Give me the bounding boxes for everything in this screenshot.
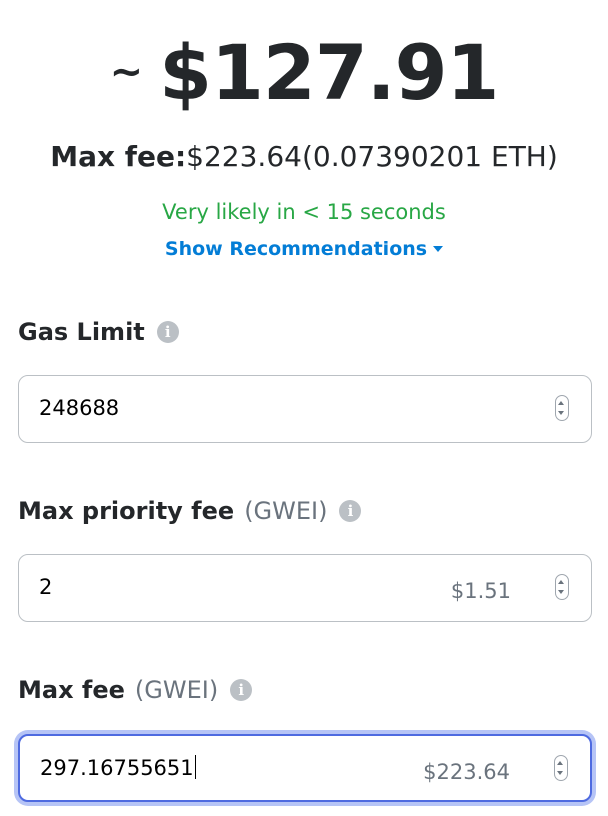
gas-limit-value: 248688 (39, 396, 120, 420)
caret-down-icon (433, 246, 444, 252)
max-priority-fee-fiat: $1.51 (450, 579, 511, 603)
max-fee-summary-fiat: $223.64 (186, 140, 302, 173)
confirmation-likelihood: Very likely in < 15 seconds (162, 200, 446, 224)
max-fee-fiat: $223.64 (423, 760, 510, 784)
max-priority-fee-input[interactable]: 2 $1.51 (18, 554, 592, 622)
max-priority-fee-label: Max priority fee (18, 497, 235, 525)
max-priority-fee-stepper-icon[interactable] (555, 574, 569, 600)
max-fee-value-wrap: 297.16755651 (40, 736, 197, 800)
info-icon[interactable]: i (230, 679, 253, 701)
gas-limit-label-row: Gas Limit i (18, 318, 179, 346)
gas-limit-stepper-icon[interactable] (555, 395, 569, 421)
max-fee-input[interactable]: 297.16755651 $223.64 (18, 734, 592, 802)
max-fee-label-row: Max fee (GWEI) i (18, 676, 253, 704)
max-fee-stepper-icon[interactable] (554, 755, 568, 781)
text-cursor (194, 755, 197, 779)
info-icon[interactable]: i (339, 500, 362, 522)
approx-symbol: ~ (109, 49, 144, 95)
max-fee-summary-eth: (0.07390201 ETH) (301, 140, 558, 173)
max-priority-fee-value: 2 (39, 575, 53, 599)
show-recommendations-link[interactable]: Show Recommendations (0, 238, 608, 260)
info-icon[interactable]: i (156, 321, 179, 343)
estimated-fee-heading: ~ $127.91 (0, 28, 608, 117)
max-fee-summary: Max fee:$223.64(0.07390201 ETH) (0, 140, 608, 173)
max-fee-unit: (GWEI) (134, 676, 219, 704)
gas-limit-label: Gas Limit (18, 318, 145, 346)
max-fee-label: Max fee (18, 676, 125, 704)
show-recommendations-label: Show Recommendations (164, 238, 428, 260)
max-fee-summary-label: Max fee: (50, 140, 187, 173)
max-fee-value: 297.16755651 (40, 756, 194, 780)
max-priority-fee-label-row: Max priority fee (GWEI) i (18, 497, 362, 525)
max-priority-fee-unit: (GWEI) (244, 497, 328, 525)
gas-limit-input[interactable]: 248688 (18, 375, 592, 443)
edit-gas-panel: ~ $127.91 Max fee:$223.64(0.07390201 ETH)… (0, 0, 608, 816)
estimated-fee-amount: $127.91 (159, 28, 499, 117)
